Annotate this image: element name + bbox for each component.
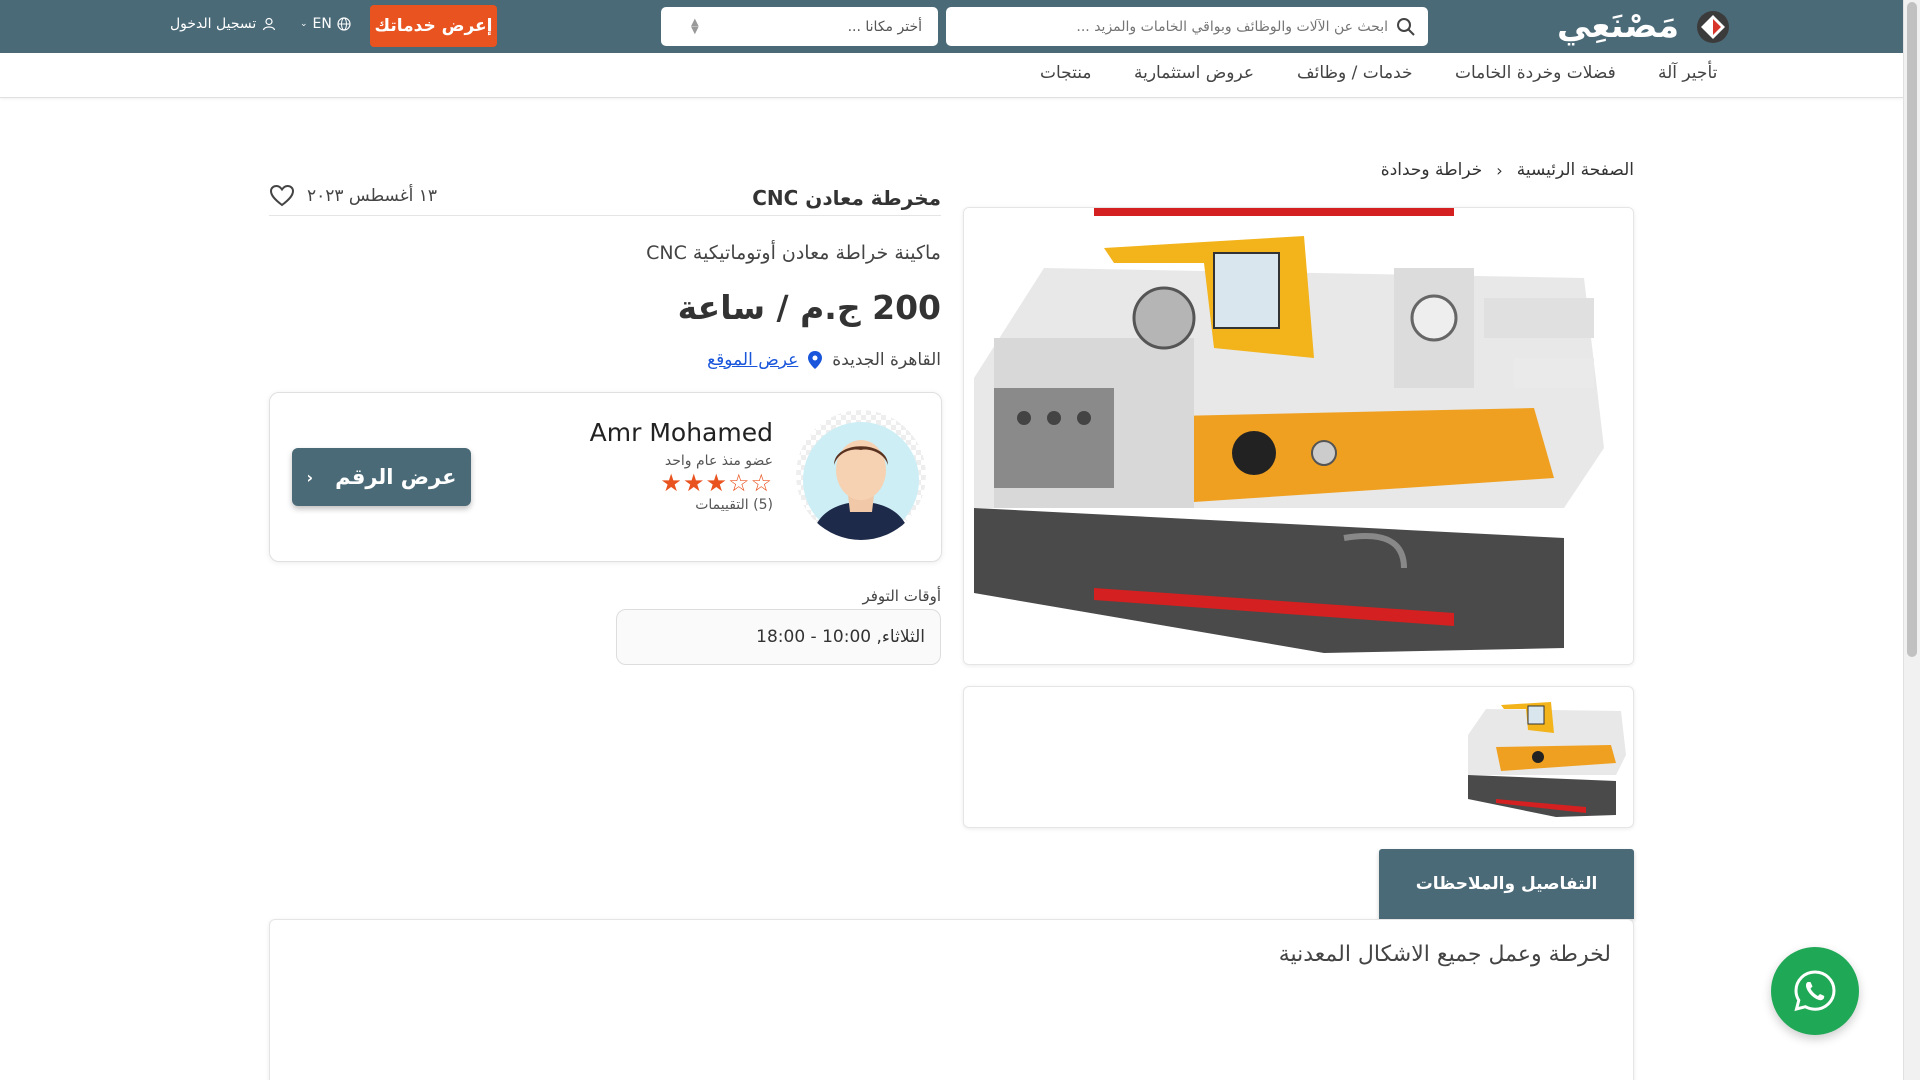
language-switcher[interactable]: ⌄ EN <box>300 16 351 32</box>
category-nav: تأجير آلة فضلات وخردة الخامات خدمات / وظ… <box>0 53 1903 98</box>
scrollbar-thumb[interactable] <box>1907 2 1917 657</box>
details-card: لخرطة وعمل جميع الاشكال المعدنية <box>269 919 1634 1080</box>
chevron-left-icon: ‹ <box>306 467 314 487</box>
availability-box: الثلاثاء, 10:00 - 18:00 <box>616 609 941 665</box>
chevron-down-icon: ⌄ <box>300 19 308 29</box>
search-input[interactable] <box>958 18 1388 35</box>
location-city: القاهرة الجديدة <box>832 350 941 370</box>
nav-item-machine-rental[interactable]: تأجير آلة <box>1658 63 1717 83</box>
seller-card: Amr Mohamed عضو منذ عام واحد ★★★☆☆ (5) ا… <box>269 392 942 562</box>
listing-title-row: مخرطة معادن CNC ١٣ أغسطس ٢٠٢٣ <box>269 180 941 216</box>
globe-icon <box>337 17 351 31</box>
details-text: لخرطة وعمل جميع الاشكال المعدنية <box>1278 942 1611 967</box>
nav-item-products[interactable]: منتجات <box>1040 63 1092 83</box>
ratings-count[interactable]: (5) التقييمات <box>695 497 773 513</box>
heart-icon[interactable] <box>269 184 295 208</box>
breadcrumb-category[interactable]: خراطة وحدادة <box>1381 160 1483 180</box>
top-bar: مَصْنَعِي أختر مكانا ... ▲▼ إعرض خدماتك … <box>0 0 1903 53</box>
select-arrows-icon: ▲ ▼ <box>691 17 699 36</box>
listing-date: ١٣ أغسطس ٢٠٢٣ <box>307 186 438 206</box>
offer-services-button[interactable]: إعرض خدماتك <box>370 5 497 47</box>
location-placeholder: أختر مكانا ... <box>847 18 922 35</box>
location-select[interactable]: أختر مكانا ... ▲ ▼ <box>661 7 938 46</box>
availability-label: أوقات التوفر <box>862 587 941 605</box>
page-scrollbar[interactable] <box>1903 0 1920 1080</box>
tab-details-notes[interactable]: التفاصيل والملاحظات <box>1379 849 1634 919</box>
main-image-card[interactable] <box>963 207 1634 665</box>
show-phone-button[interactable]: عرض الرقم ‹ <box>292 448 471 506</box>
logo-text: مَصْنَعِي <box>1557 6 1680 46</box>
member-since: عضو منذ عام واحد <box>664 453 773 469</box>
breadcrumb-home[interactable]: الصفحة الرئيسية <box>1517 160 1634 180</box>
nav-item-scrap-materials[interactable]: فضلات وخردة الخامات <box>1455 63 1616 83</box>
search-icon[interactable] <box>1396 17 1416 37</box>
breadcrumb: الصفحة الرئيسية ‹ خراطة وحدادة <box>1381 160 1634 180</box>
search-bar <box>946 7 1428 46</box>
location-pin-icon <box>808 351 823 369</box>
location-row: القاهرة الجديدة عرض الموقع <box>707 350 941 370</box>
rating-stars: ★★★☆☆ <box>660 469 773 497</box>
thumbnail-image[interactable] <box>1466 695 1634 821</box>
user-icon <box>263 17 276 31</box>
login-label: تسجيل الدخول <box>170 16 257 32</box>
avatar <box>796 410 926 540</box>
thumbnail-strip <box>963 686 1634 828</box>
nav-item-services-jobs[interactable]: خدمات / وظائف <box>1297 63 1413 83</box>
lathe-machine-image <box>964 208 1633 664</box>
listing-title: مخرطة معادن CNC <box>752 186 941 210</box>
view-location-link[interactable]: عرض الموقع <box>707 350 798 370</box>
listing-subtitle: ماكينة خراطة معادن أوتوماتيكية CNC <box>646 242 941 264</box>
logo-mark-icon[interactable] <box>1696 10 1730 44</box>
whatsapp-button[interactable] <box>1771 947 1859 1035</box>
chevron-left-icon: ‹ <box>1496 160 1503 180</box>
seller-name[interactable]: Amr Mohamed <box>590 418 773 447</box>
login-link[interactable]: تسجيل الدخول <box>170 16 276 32</box>
nav-item-investment-offers[interactable]: عروض استثمارية <box>1134 63 1254 83</box>
whatsapp-icon <box>1794 970 1836 1012</box>
show-phone-label: عرض الرقم <box>335 465 457 489</box>
listing-price: 200 ج.م / ساعة <box>677 288 941 327</box>
logo[interactable]: مَصْنَعِي <box>1557 6 1679 46</box>
language-label: EN <box>312 16 332 32</box>
availability-value: الثلاثاء, 10:00 - 18:00 <box>756 627 925 647</box>
